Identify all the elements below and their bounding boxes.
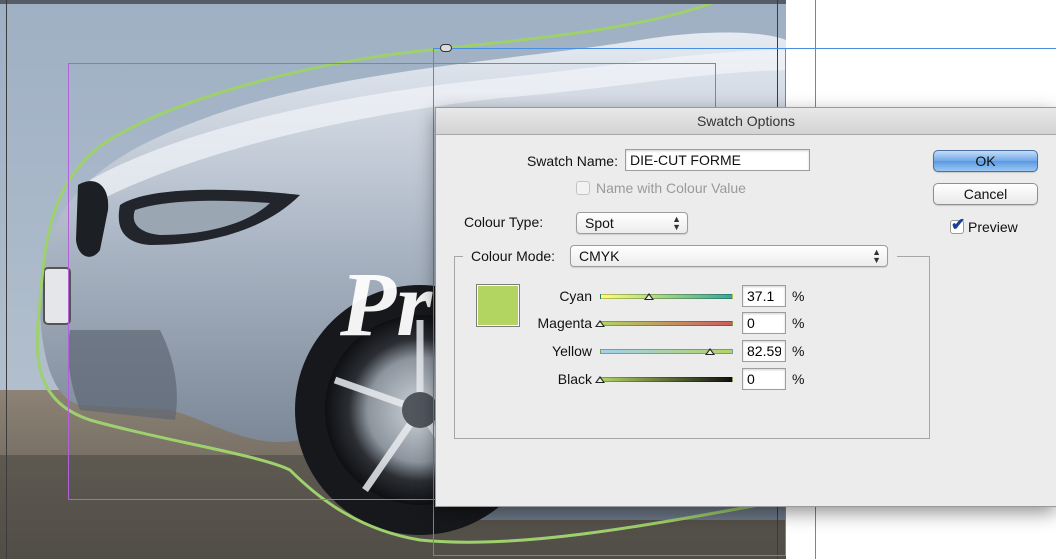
cyan-slider-track[interactable] — [600, 294, 733, 299]
checkmark-icon: ✔ — [951, 215, 966, 234]
colour-type-label: Colour Type: — [464, 214, 544, 230]
frame-handle[interactable] — [440, 44, 452, 52]
yellow-value-input[interactable] — [742, 340, 786, 362]
name-with-colour-value-checkbox[interactable] — [576, 181, 590, 195]
swatch-name-label: Swatch Name: — [526, 153, 618, 169]
name-with-colour-value-label: Name with Colour Value — [596, 180, 746, 196]
cyan-unit: % — [792, 288, 805, 304]
magenta-value-input[interactable] — [742, 312, 786, 334]
swatch-options-dialog: Swatch Options Swatch Name: Name with Co… — [436, 108, 1056, 506]
colour-mode-label: Colour Mode: — [471, 248, 556, 264]
ok-button[interactable]: OK — [933, 150, 1038, 172]
cancel-button[interactable]: Cancel — [933, 183, 1038, 205]
black-slider-track[interactable] — [600, 377, 733, 382]
colour-mode-select[interactable]: CMYK ▲ ▼ — [570, 245, 888, 267]
preview-label: Preview — [968, 219, 1018, 235]
colour-type-select[interactable]: Spot ▲ ▼ — [576, 212, 688, 234]
dialog-title[interactable]: Swatch Options — [436, 108, 1056, 135]
black-unit: % — [792, 371, 805, 387]
black-label: Black — [557, 371, 592, 387]
cyan-label: Cyan — [559, 288, 592, 304]
black-slider-thumb[interactable] — [595, 376, 605, 383]
cyan-value-input[interactable] — [742, 285, 786, 307]
magenta-unit: % — [792, 315, 805, 331]
yellow-slider-thumb[interactable] — [704, 348, 715, 355]
magenta-slider-thumb[interactable] — [595, 320, 605, 327]
magenta-slider-track[interactable] — [600, 321, 733, 326]
select-arrows-icon: ▲ ▼ — [672, 214, 681, 232]
margin-guide — [785, 48, 1056, 49]
black-value-input[interactable] — [742, 368, 786, 390]
colour-mode-value: CMYK — [579, 248, 620, 264]
colour-type-value: Spot — [585, 215, 614, 231]
yellow-label: Yellow — [552, 343, 592, 359]
swatch-name-input[interactable] — [625, 149, 810, 171]
preview-checkbox[interactable]: ✔ — [950, 215, 965, 234]
cyan-slider-thumb[interactable] — [644, 293, 655, 300]
select-arrows-icon: ▲ ▼ — [872, 247, 881, 265]
yellow-unit: % — [792, 343, 805, 359]
magenta-label: Magenta — [537, 315, 592, 331]
